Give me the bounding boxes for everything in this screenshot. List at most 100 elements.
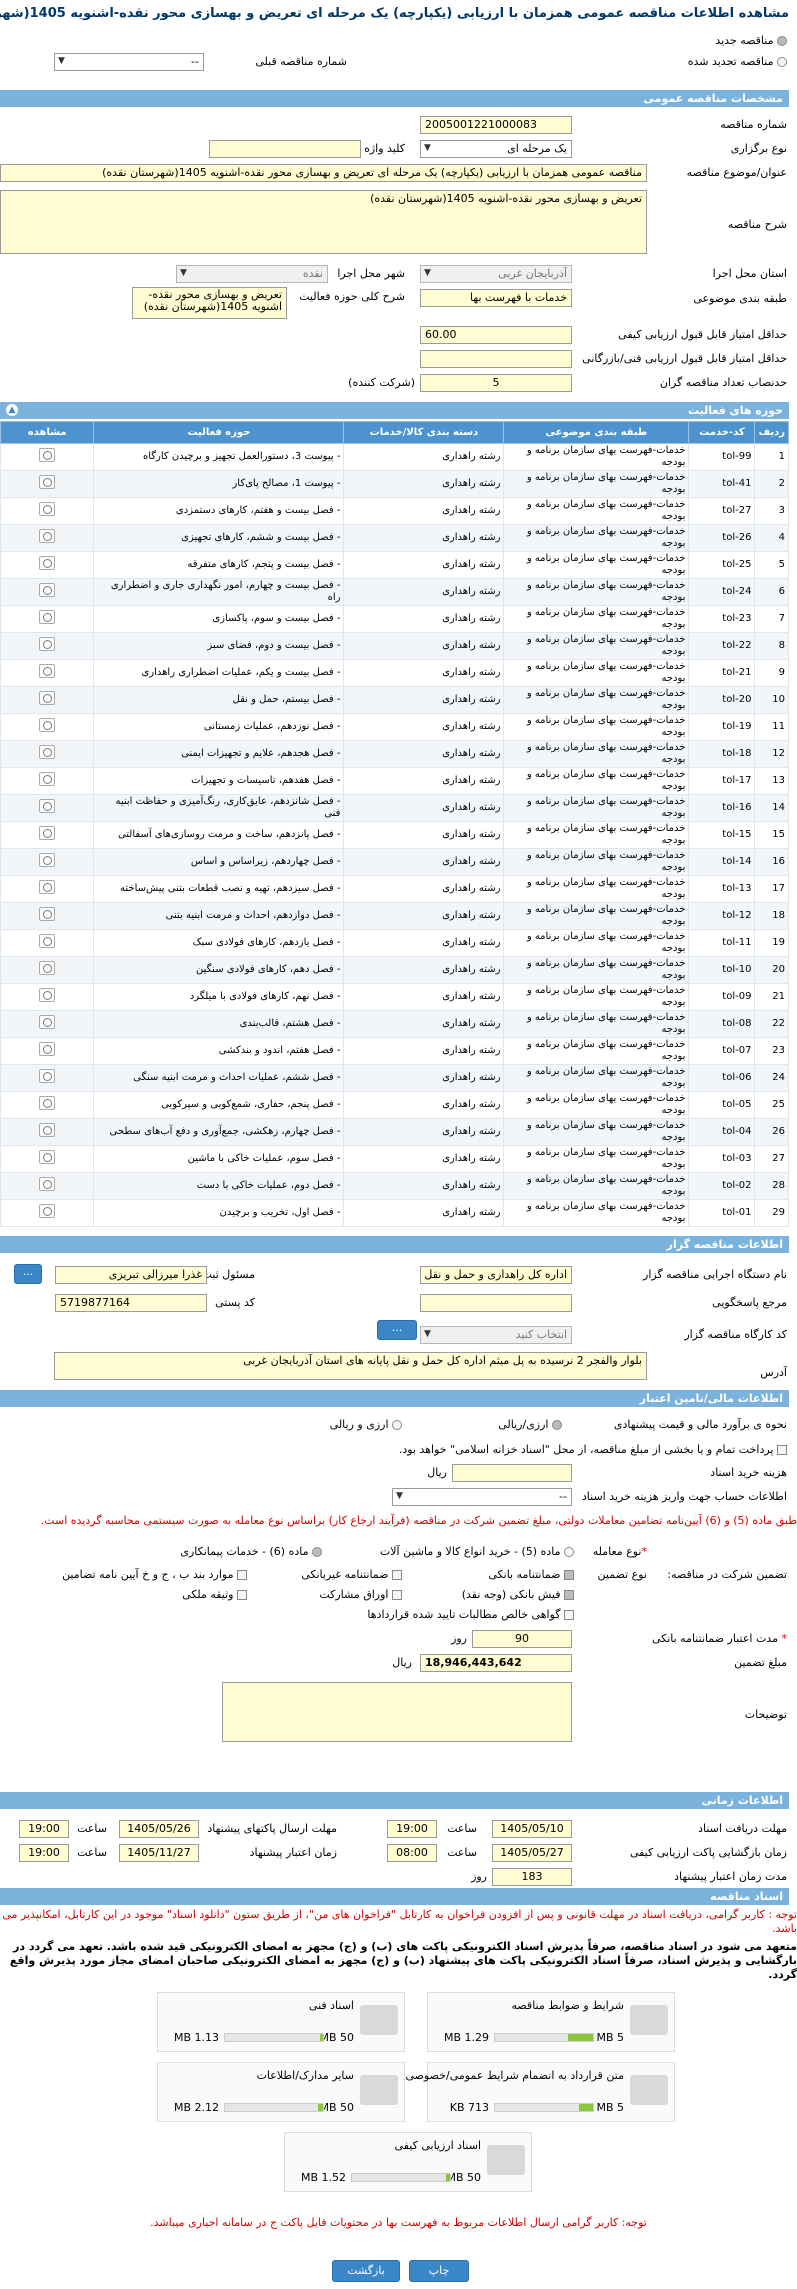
cell-view[interactable] [0,1118,95,1146]
view-icon[interactable] [39,1096,56,1110]
view-icon[interactable] [39,1015,56,1029]
cell-view[interactable] [0,1037,95,1065]
cell-view[interactable] [0,902,95,930]
view-icon[interactable] [39,907,56,921]
cell-view[interactable] [0,794,95,822]
doc-file-card[interactable]: شرایط و ضوابط مناقصه 5 MB 1.29 MB [427,1992,675,2052]
g5-check[interactable]: اوراق مشارکت [319,1588,402,1601]
view-icon[interactable] [39,826,56,840]
cell-view[interactable] [0,1199,95,1227]
cell-view[interactable] [0,740,95,768]
back-button[interactable]: بازگشت [332,2260,400,2282]
cell-view[interactable] [0,686,95,714]
prev-tender-select[interactable]: -- ▼ [54,53,204,71]
holding-select[interactable]: یک مرحله ای ▼ [420,140,572,158]
cell-view[interactable] [0,1145,95,1173]
view-icon[interactable] [39,529,56,543]
account-select[interactable]: -- ▼ [392,1488,572,1506]
view-icon[interactable] [39,934,56,948]
cell-view[interactable] [0,821,95,849]
view-icon[interactable] [39,988,56,1002]
new-tender-radio[interactable]: مناقصه جدید [715,34,787,47]
cell-view[interactable] [0,1064,95,1092]
view-icon[interactable] [39,664,56,678]
city-select[interactable]: نقده ▼ [176,265,328,283]
view-icon[interactable] [39,718,56,732]
cell-view[interactable] [0,632,95,660]
cell-view[interactable] [0,983,95,1011]
cell-view[interactable] [0,443,95,471]
officer-lookup-button[interactable]: ... [14,1264,42,1284]
view-icon[interactable] [39,880,56,894]
estimate-rial-radio[interactable]: ارزی/ریالی [498,1418,562,1431]
cell-view[interactable] [0,470,95,498]
g4-check[interactable]: فیش بانکی (وجه نقد) [462,1588,574,1601]
cell-field: - فصل یازدهم، کارهای فولادی سبک [93,929,345,957]
estimate-fx-radio[interactable]: ارزی و ریالی [330,1418,402,1431]
cell-view[interactable] [0,767,95,795]
view-icon[interactable] [39,772,56,786]
cell-view[interactable] [0,848,95,876]
view-icon[interactable] [39,583,56,597]
cell-view[interactable] [0,929,95,957]
renewed-tender-radio[interactable]: مناقصه تجدید شده [688,55,787,68]
deal-opt2-radio[interactable]: ماده (6) - خدمات پیمانکاری [180,1545,322,1558]
doc-file-card[interactable]: سایر مدارک/اطلاعات 50 MB 2.12 MB [157,2062,405,2122]
folder-icon [360,2075,398,2105]
cell-view[interactable] [0,578,95,606]
view-icon[interactable] [39,475,56,489]
cell-view[interactable] [0,1172,95,1200]
cell-view[interactable] [0,659,95,687]
doc-file-card[interactable]: متن قرارداد به انضمام شرایط عمومی/خصوصی 5… [405,2062,675,2122]
view-icon[interactable] [39,1150,56,1164]
view-icon[interactable] [39,610,56,624]
view-icon[interactable] [39,1069,56,1083]
deal-opt1-radio[interactable]: ماده (5) - خرید انواع کالا و ماشین آلات [380,1545,574,1558]
cell-view[interactable] [0,497,95,525]
g7-check[interactable]: گواهی خالص مطالبات تایید شده قراردادها [367,1608,574,1621]
view-icon[interactable] [39,1204,56,1218]
view-icon[interactable] [39,853,56,867]
view-icon[interactable] [39,556,56,570]
view-icon[interactable] [39,1042,56,1056]
collapse-icon[interactable]: ▲ [6,404,18,416]
table-row: 8 tol-22 خدمات-فهرست بهای سازمان برنامه و … [0,632,789,660]
doc-file-card[interactable]: اسناد ارزیابی کیفی 50 MB 1.52 MB [284,2132,532,2192]
g3-check[interactable]: موارد بند ب ، ج و خ آیین نامه تضامین [62,1568,247,1581]
cell-row: 20 [754,956,789,984]
keyword-field[interactable] [209,140,361,158]
doc-file-size: 1.13 MB [173,2031,219,2044]
view-icon[interactable] [39,745,56,759]
subject-label: عنوان/موضوع مناقصه [686,166,787,179]
cell-view[interactable] [0,605,95,633]
table-row: 7 tol-23 خدمات-فهرست بهای سازمان برنامه و … [0,605,789,633]
cell-view[interactable] [0,713,95,741]
view-icon[interactable] [39,637,56,651]
pay-checkbox[interactable]: پرداخت تمام و یا بخشی از مبلغ مناقصه، از… [399,1443,787,1456]
view-icon[interactable] [39,1177,56,1191]
view-icon[interactable] [39,1123,56,1137]
ref-lookup-button[interactable]: ... [377,1320,417,1340]
view-icon[interactable] [39,502,56,516]
cell-view[interactable] [0,524,95,552]
cell-view[interactable] [0,1010,95,1038]
view-icon[interactable] [39,448,56,462]
cell-view[interactable] [0,551,95,579]
print-button[interactable]: چاپ [409,2260,469,2282]
g6-check[interactable]: وثیقه ملکی [182,1588,247,1601]
g1-check[interactable]: ضمانتنامه بانکی [488,1568,574,1581]
folder-icon [630,2005,668,2035]
view-icon[interactable] [39,691,56,705]
notes-field[interactable] [222,1682,572,1742]
cell-view[interactable] [0,1091,95,1119]
cell-view[interactable] [0,875,95,903]
g2-check[interactable]: ضمانتنامه غیربانکی [301,1568,402,1581]
doc-file-card[interactable]: اسناد فنی 50 MB 1.13 MB [157,1992,405,2052]
min-bidders-label: حدنصاب تعداد مناقصه گران [659,376,787,389]
province-select[interactable]: آذربایجان غربی ▼ [420,265,572,283]
view-icon[interactable] [39,799,56,813]
cell-view[interactable] [0,956,95,984]
doc-cost-field [452,1464,572,1482]
view-icon[interactable] [39,961,56,975]
workshop-select[interactable]: انتخاب کنید ▼ [420,1326,572,1344]
